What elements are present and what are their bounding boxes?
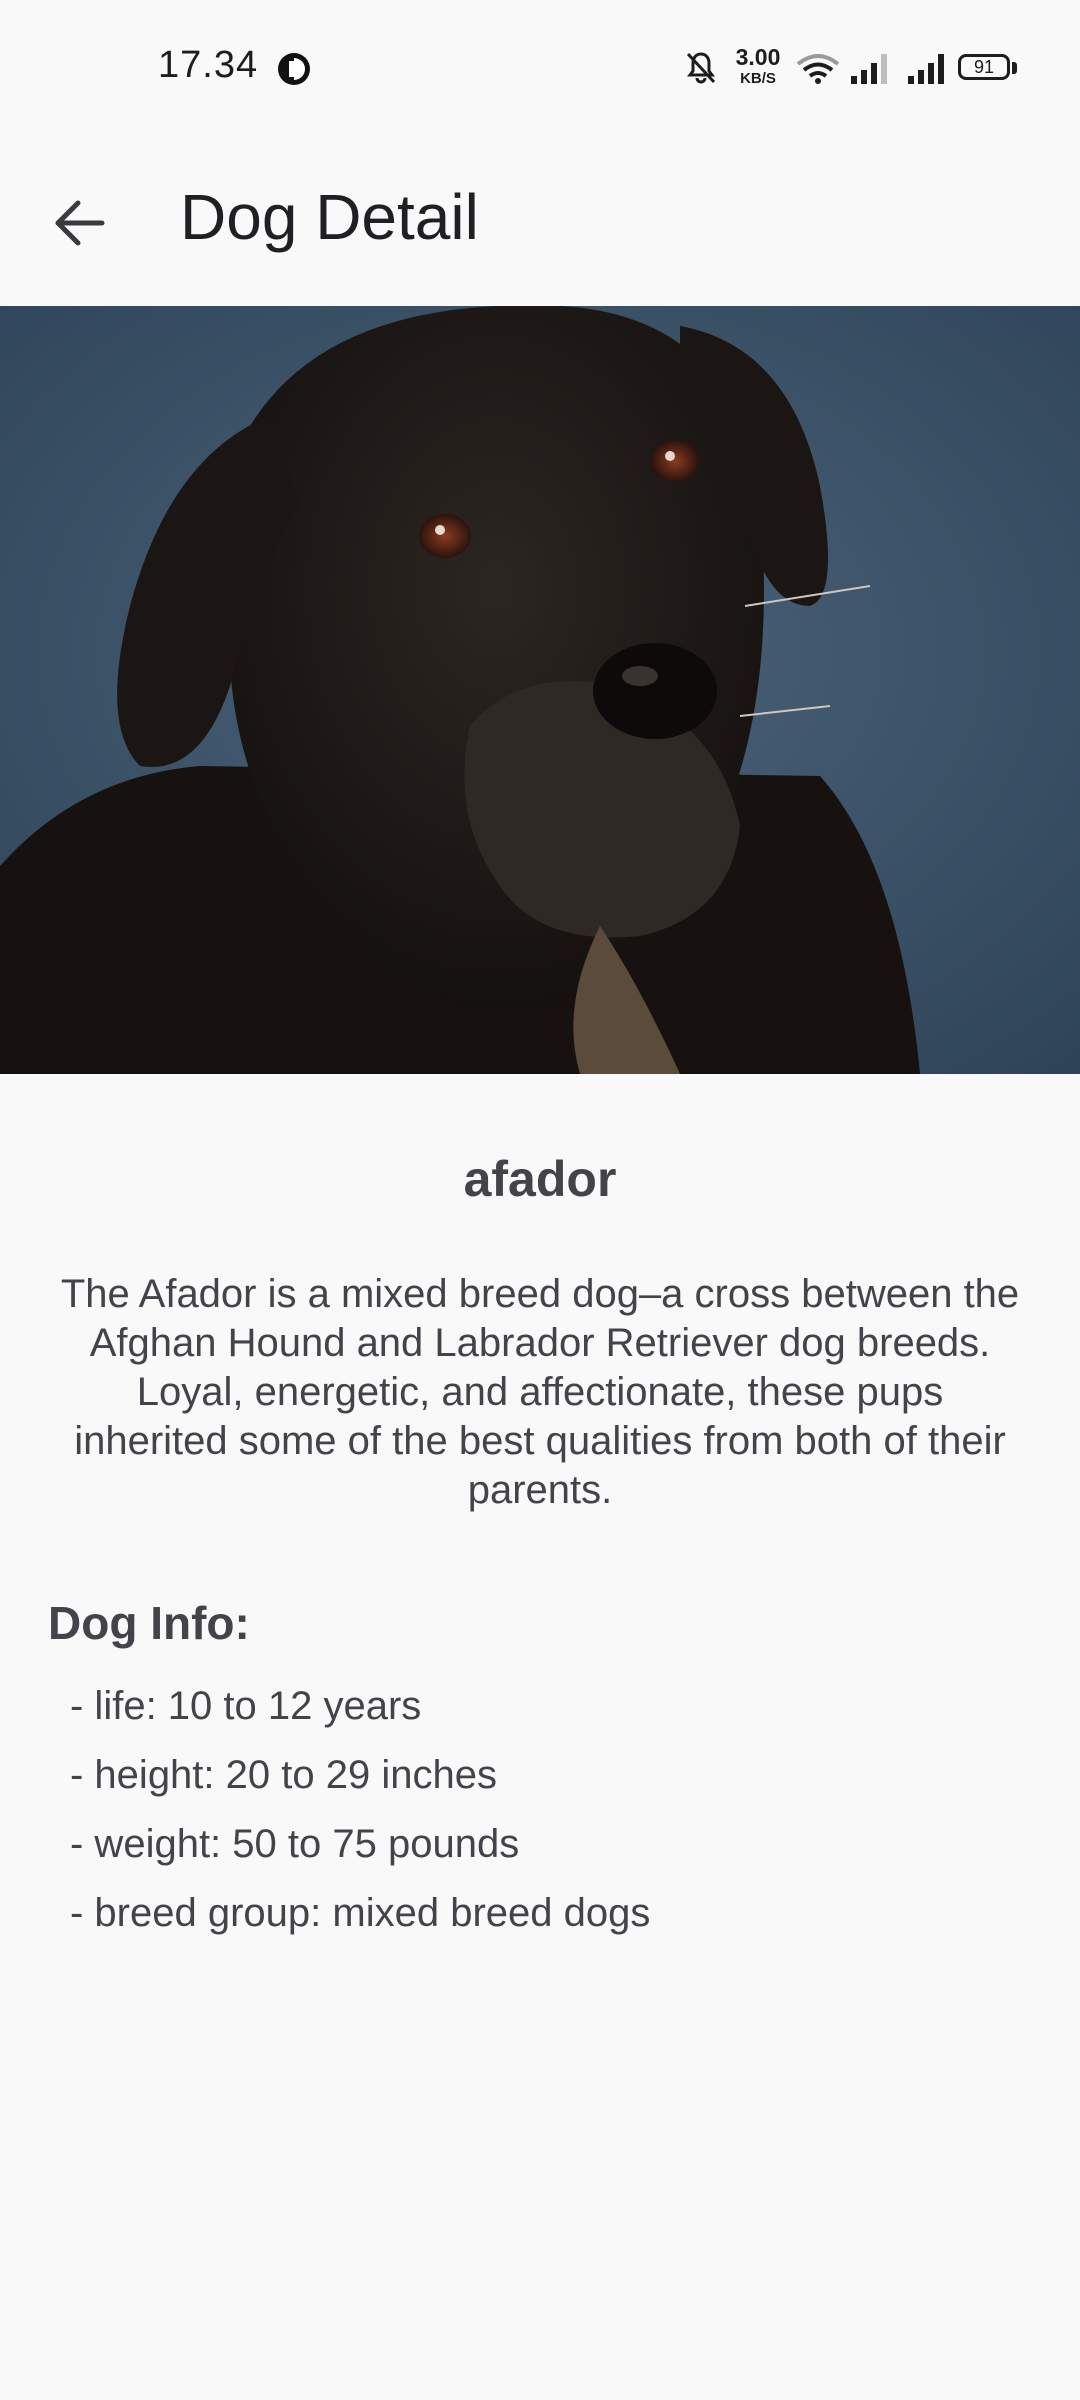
network-speed-value: 3.00 — [735, 44, 781, 70]
app-notification-icon — [278, 53, 310, 85]
bell-off-icon — [686, 52, 716, 84]
dog-image — [0, 306, 1080, 1074]
breed-name: afador — [463, 1151, 617, 1207]
dog-info-list: - life: 10 to 12 years - height: 20 to 2… — [70, 1672, 650, 1948]
info-weight: - weight: 50 to 75 pounds — [70, 1822, 520, 1866]
dog-info-heading: Dog Info: — [48, 1597, 250, 1649]
breed-description: The Afador is a mixed breed dog–a cross … — [60, 1272, 1020, 1512]
arrow-back-icon — [55, 200, 105, 246]
info-life: - life: 10 to 12 years — [70, 1684, 422, 1728]
back-button[interactable] — [34, 178, 124, 268]
info-height: - height: 20 to 29 inches — [70, 1753, 497, 1797]
network-speed-unit: KB/S — [740, 70, 776, 87]
signal-strength-icon — [851, 54, 887, 84]
network-speed: 3.00 KB/S — [730, 44, 786, 87]
battery-icon: 91 — [958, 54, 1010, 80]
status-time: 17.34 — [158, 44, 259, 86]
dog-photo — [0, 306, 1080, 1074]
wifi-icon — [796, 54, 840, 84]
signal-strength-icon — [908, 54, 944, 84]
battery-tip — [1012, 62, 1017, 74]
page-title: Dog Detail — [180, 181, 479, 253]
app-bar: Dog Detail — [0, 140, 1080, 306]
status-bar: 17.34 3.00 KB/S 91 — [0, 0, 1080, 140]
dog-detail-screen: 17.34 3.00 KB/S 91 Dog Detail afador The… — [0, 0, 1080, 2400]
info-breed-group: - breed group: mixed breed dogs — [70, 1891, 651, 1935]
